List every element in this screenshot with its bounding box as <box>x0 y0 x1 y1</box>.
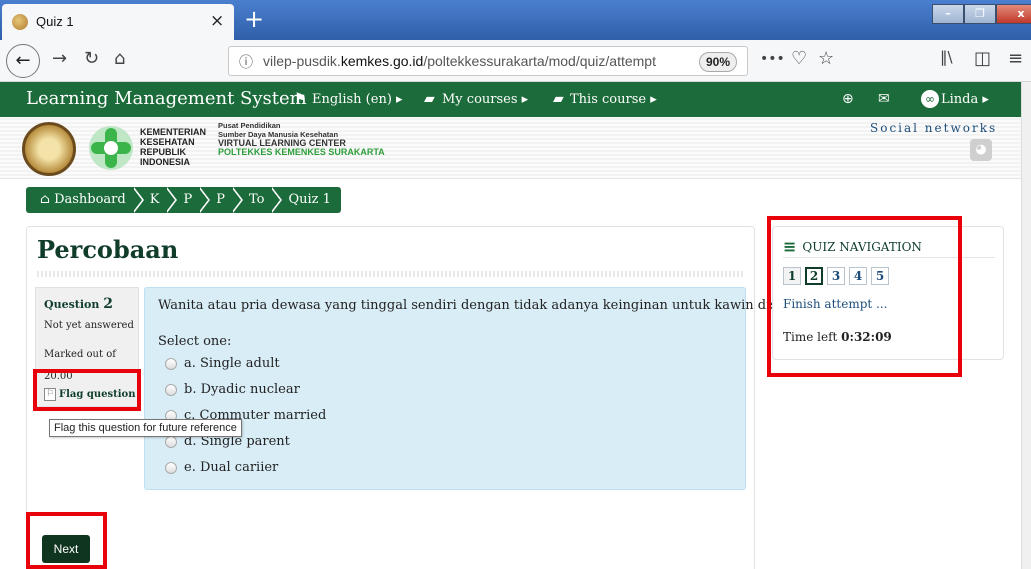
back-icon[interactable]: ← <box>6 44 40 78</box>
menu-icon[interactable]: ≡ <box>1008 48 1023 69</box>
kemkes-name: KEMENTERIAN KESEHATAN REPUBLIK INDONESIA <box>140 127 207 167</box>
minimize-button[interactable]: – <box>932 4 964 24</box>
language-menu[interactable]: English (en) ▸ <box>312 92 403 107</box>
question-text: Wanita atau pria dewasa yang tinggal sen… <box>158 298 814 313</box>
browser-tab-bar: Quiz 1 × + – ❐ x <box>0 0 1031 40</box>
highlight-quiz-navigation <box>767 216 962 377</box>
maximize-button[interactable]: ❐ <box>964 4 996 24</box>
breadcrumb-item[interactable]: K <box>131 187 170 213</box>
home-icon: ⌂ <box>40 192 55 207</box>
select-one-label: Select one: <box>158 334 232 349</box>
radio-a[interactable] <box>165 357 177 370</box>
flag-tooltip: Flag this question for future reference <box>49 419 242 437</box>
radio-e[interactable] <box>165 461 177 474</box>
url-text: vilep-pusdik.kemkes.go.id/poltekkessurak… <box>263 53 656 69</box>
my-courses-menu[interactable]: My courses ▸ <box>442 92 528 107</box>
pocket-icon[interactable]: ♡ <box>791 48 807 69</box>
poltekkes-seal-icon <box>22 122 76 176</box>
site-info-icon[interactable]: ⓘ <box>239 52 253 72</box>
question-content: Wanita atau pria dewasa yang tinggal sen… <box>144 287 814 490</box>
browser-toolbar: ← → ↻ ⌂ ⓘ vilep-pusdik.kemkes.go.id/polt… <box>0 40 1031 82</box>
social-networks-label: Social networks <box>870 121 998 135</box>
question-label: Question 2 <box>44 296 113 312</box>
site-banner: KEMENTERIAN KESEHATAN REPUBLIK INDONESIA… <box>0 117 1031 179</box>
user-menu[interactable]: Linda ▸ <box>941 92 989 107</box>
highlight-next-button <box>26 512 107 569</box>
lms-brand[interactable]: Learning Management System <box>26 88 307 109</box>
question-state: Not yet answered <box>44 320 134 331</box>
radio-b[interactable] <box>165 383 177 396</box>
question-number: 2 <box>103 296 113 312</box>
breadcrumb: ⌂ Dashboard K P P To Quiz 1 <box>26 187 341 213</box>
flag-language-icon: ⚑ <box>294 91 307 107</box>
radio-d[interactable] <box>165 435 177 448</box>
globe-icon[interactable]: ◕ <box>970 139 992 161</box>
sidebar-icon[interactable]: ◫ <box>974 48 991 69</box>
more-icon[interactable]: ••• <box>760 51 785 67</box>
page-title: Percobaan <box>37 235 179 264</box>
answer-option-b[interactable]: b. Dyadic nuclear <box>165 382 300 397</box>
site-favicon-icon <box>12 14 28 30</box>
browser-tab-quiz[interactable]: Quiz 1 × <box>2 4 234 40</box>
user-avatar-icon[interactable]: ∞ <box>921 90 939 108</box>
this-course-menu[interactable]: This course ▸ <box>570 92 657 107</box>
messages-icon[interactable]: ✉ <box>878 91 890 107</box>
pusdik-name: Pusat Pendidikan Sumber Daya Manusia Kes… <box>218 121 385 157</box>
home-icon[interactable]: ⌂ <box>114 48 125 69</box>
add-block-icon[interactable]: ⊕ <box>842 91 854 107</box>
title-divider <box>37 271 745 277</box>
library-icon[interactable]: ‖\ <box>940 48 953 66</box>
breadcrumb-item[interactable]: To <box>230 187 275 213</box>
breadcrumb-dashboard[interactable]: ⌂ Dashboard <box>26 187 136 213</box>
page-scrollbar[interactable] <box>1021 82 1031 569</box>
tab-title: Quiz 1 <box>36 14 74 29</box>
bookmark-star-icon[interactable]: ☆ <box>818 48 834 69</box>
briefcase-icon: ▰ <box>424 91 435 107</box>
tab-close-icon[interactable]: × <box>210 11 224 31</box>
url-bar[interactable]: ⓘ vilep-pusdik.kemkes.go.id/poltekkessur… <box>228 46 748 76</box>
answer-option-e[interactable]: e. Dual cariier <box>165 460 278 475</box>
kemkes-logo-icon <box>89 126 133 170</box>
new-tab-button[interactable]: + <box>244 5 264 33</box>
forward-icon[interactable]: → <box>52 48 67 69</box>
answer-option-a[interactable]: a. Single adult <box>165 356 280 371</box>
lms-top-bar: Learning Management System ⚑ English (en… <box>0 82 1031 117</box>
zoom-level-badge[interactable]: 90% <box>699 52 737 72</box>
reload-icon[interactable]: ↻ <box>84 48 99 69</box>
book-icon: ▰ <box>553 91 564 107</box>
breadcrumb-quiz[interactable]: Quiz 1 <box>270 187 340 213</box>
close-window-button[interactable]: x <box>996 4 1031 24</box>
highlight-flag-question <box>33 369 141 411</box>
window-controls: – ❐ x <box>932 4 1031 26</box>
